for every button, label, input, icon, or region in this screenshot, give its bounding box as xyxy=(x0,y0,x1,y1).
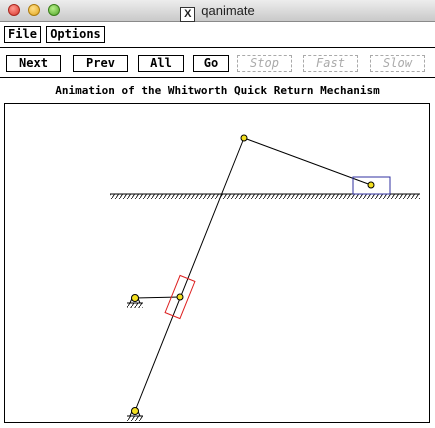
connecting-rod xyxy=(243,137,372,186)
mechanism-drawing xyxy=(110,134,420,421)
ground-guide xyxy=(110,193,420,199)
upper-fixed-pivot xyxy=(127,294,143,308)
lower-fixed-pivot xyxy=(127,407,143,421)
slider-joint xyxy=(176,293,184,301)
crank xyxy=(134,296,181,299)
ram-joint xyxy=(367,181,375,189)
rocker-arm xyxy=(134,137,245,412)
top-joint xyxy=(240,134,248,142)
